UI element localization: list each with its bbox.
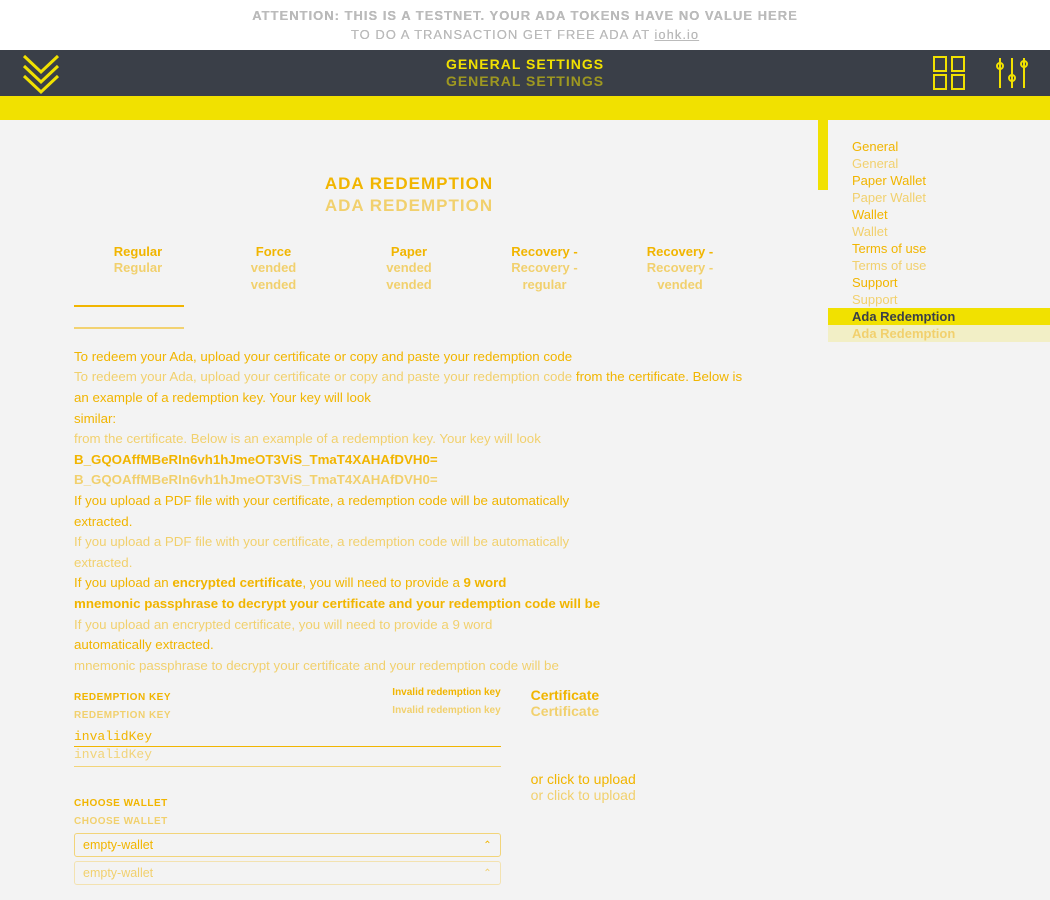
content-panel: ADA REDEMPTION ADA REDEMPTION Regular Re… bbox=[0, 120, 818, 900]
wallet-label-dup: CHOOSE WALLET bbox=[74, 816, 168, 827]
instructions-text: To redeem your Ada, upload your certific… bbox=[74, 347, 744, 677]
tab-regular[interactable]: Regular Regular bbox=[74, 244, 202, 303]
banner-line2: TO DO A TRANSACTION GET FREE ADA AT iohk… bbox=[0, 27, 1050, 42]
settings-sidebar: General General Paper Wallet Paper Walle… bbox=[828, 120, 1050, 900]
sidebar-item-general[interactable]: General bbox=[828, 138, 1050, 155]
upload-hint[interactable]: or click to upload or click to upload bbox=[531, 771, 744, 803]
wallet-select-dup: empty-wallet ⌃ bbox=[74, 861, 501, 885]
redemption-key-label: REDEMPTION KEY bbox=[74, 692, 171, 703]
banner-link[interactable]: iohk.io bbox=[654, 27, 699, 42]
sidebar-item-paper-wallet[interactable]: Paper Wallet bbox=[828, 172, 1050, 189]
chevron-up-icon: ⌃ bbox=[483, 840, 491, 851]
redemption-key-input[interactable] bbox=[74, 727, 501, 747]
header-bar: GENERAL SETTINGS GENERAL SETTINGS bbox=[0, 50, 1050, 96]
sidebar-item-terms-dup: Terms of use bbox=[828, 257, 1050, 274]
wallet-select[interactable]: empty-wallet ⌃ bbox=[74, 833, 501, 857]
sidebar-item-support-dup: Support bbox=[828, 291, 1050, 308]
tab-force-vended[interactable]: Force vended vended bbox=[210, 244, 338, 303]
tab-recovery-regular[interactable]: Recovery - Recovery - regular bbox=[481, 244, 609, 303]
wallet-label: CHOOSE WALLET bbox=[74, 798, 168, 809]
redemption-key-label-dup: REDEMPTION KEY bbox=[74, 710, 171, 721]
sidebar-item-ada-redemption-dup: Ada Redemption bbox=[828, 325, 1050, 342]
header-title: GENERAL SETTINGS GENERAL SETTINGS bbox=[0, 50, 1050, 90]
sidebar-item-paper-wallet-dup: Paper Wallet bbox=[828, 189, 1050, 206]
sidebar-item-terms[interactable]: Terms of use bbox=[828, 240, 1050, 257]
redemption-key-input-dup: invalidKey bbox=[74, 747, 501, 767]
chevron-up-icon: ⌃ bbox=[483, 868, 491, 879]
tabs-row: Regular Regular Force vended vended Pape… bbox=[74, 244, 744, 303]
sidebar-item-wallet[interactable]: Wallet bbox=[828, 206, 1050, 223]
redemption-key-error-dup: Invalid redemption key bbox=[392, 705, 500, 716]
testnet-banner: ATTENTION: THIS IS A TESTNET. YOUR ADA T… bbox=[0, 0, 1050, 50]
banner-line1: ATTENTION: THIS IS A TESTNET. YOUR ADA T… bbox=[0, 8, 1050, 23]
scrollbar[interactable] bbox=[818, 120, 828, 900]
sidebar-item-general-dup: General bbox=[828, 155, 1050, 172]
scrollbar-thumb[interactable] bbox=[818, 120, 828, 190]
tab-recovery-vended[interactable]: Recovery - Recovery - vended bbox=[616, 244, 744, 303]
certificate-title: Certificate Certificate bbox=[531, 687, 744, 719]
sidebar-item-ada-redemption[interactable]: Ada Redemption bbox=[828, 308, 1050, 325]
grid-icon[interactable] bbox=[930, 52, 970, 99]
page-title: ADA REDEMPTION ADA REDEMPTION bbox=[0, 174, 818, 216]
sidebar-item-support[interactable]: Support bbox=[828, 274, 1050, 291]
tab-paper-vended[interactable]: Paper vended vended bbox=[345, 244, 473, 303]
yellow-strip bbox=[0, 96, 1050, 120]
sliders-icon[interactable] bbox=[992, 52, 1032, 99]
sidebar-item-wallet-dup: Wallet bbox=[828, 223, 1050, 240]
redemption-key-error: Invalid redemption key bbox=[392, 687, 500, 698]
